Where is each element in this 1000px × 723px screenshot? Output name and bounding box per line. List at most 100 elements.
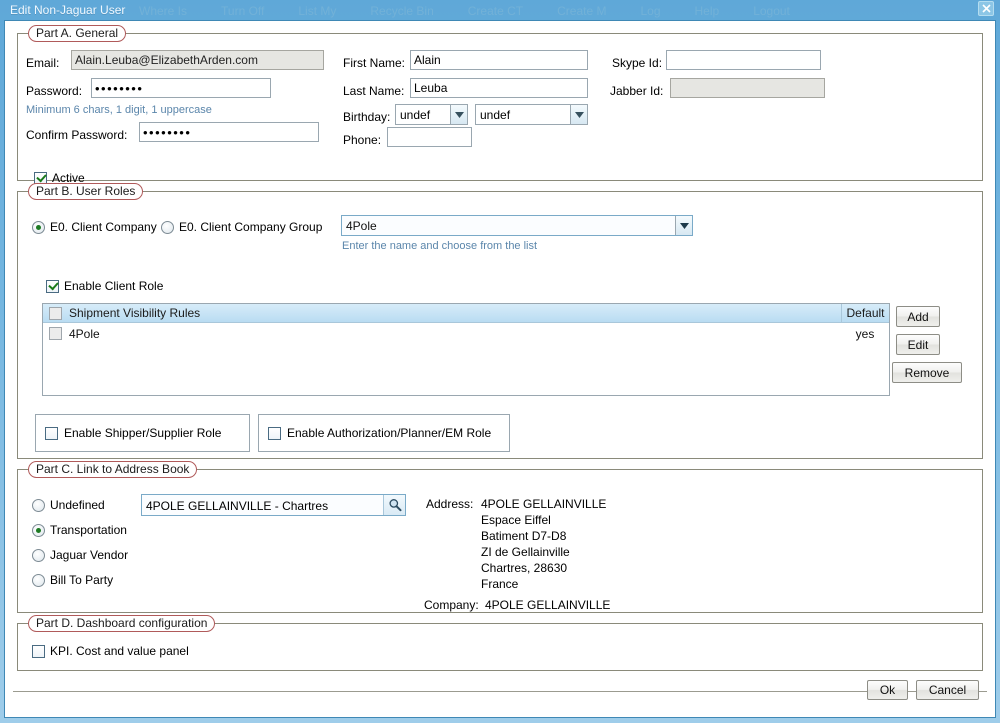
birthday-label: Birthday: — [343, 110, 391, 124]
ok-button[interactable]: Ok — [867, 680, 908, 700]
radio-jaguar-vendor[interactable] — [32, 548, 45, 562]
menu-item-create-m: Create M — [557, 4, 607, 18]
client-company-radio-row[interactable]: E0. Client Company — [32, 220, 157, 234]
radio-transportation-label: Transportation — [50, 523, 127, 537]
birthday-day-value: undef — [400, 108, 431, 122]
radio-jaguar-vendor-label: Jaguar Vendor — [50, 548, 129, 562]
enable-shipper-supplier-checkbox[interactable] — [45, 426, 58, 440]
menu-item-list-my: List My — [298, 4, 337, 18]
edit-button[interactable]: Edit — [896, 334, 940, 355]
password-field[interactable]: •••••••• — [91, 78, 271, 98]
address-search-value: 4POLE GELLAINVILLE - Chartres — [146, 499, 329, 513]
first-name-field[interactable]: Alain — [410, 50, 588, 70]
table-row-name-cell: 4Pole — [43, 327, 841, 341]
enable-authorization-role-box[interactable]: Enable Authorization/Planner/EM Role — [258, 414, 510, 452]
add-button[interactable]: Add — [896, 306, 940, 327]
menu-item-where-is: Where Is — [139, 4, 188, 18]
company-select-value: 4Pole — [346, 219, 377, 233]
row-select-checkbox[interactable] — [49, 327, 62, 340]
part-a-legend: Part A. General — [28, 25, 127, 42]
kpi-checkbox[interactable] — [32, 644, 45, 658]
window-title: Edit Non-Jaguar User — [10, 3, 126, 17]
radio-transportation[interactable] — [32, 523, 45, 537]
birthday-day-select[interactable]: undef — [395, 104, 468, 125]
birthday-month-select[interactable]: undef — [475, 104, 588, 125]
part-c-legend: Part C. Link to Address Book — [28, 461, 198, 478]
jabber-field[interactable] — [670, 78, 825, 98]
table-row[interactable]: 4Pole yes — [43, 323, 889, 344]
phone-field[interactable] — [387, 127, 472, 147]
last-name-field[interactable]: Leuba — [410, 78, 588, 98]
company-label: Company: — [424, 598, 479, 612]
dialog-client-area: Part A. General Email: Alain.Leuba@Eliza… — [4, 20, 996, 718]
skype-label: Skype Id: — [612, 56, 663, 70]
password-label: Password: — [26, 84, 83, 98]
kpi-label: KPI. Cost and value panel — [50, 644, 189, 658]
chevron-down-icon[interactable] — [570, 105, 587, 124]
email-field[interactable]: Alain.Leuba@ElizabethArden.com — [71, 50, 324, 70]
address-label: Address: — [426, 497, 474, 511]
part-a-general-group: Part A. General Email: Alain.Leuba@Eliza… — [17, 25, 983, 185]
table-header-col-rules: Shipment Visibility Rules — [43, 306, 841, 320]
enable-client-role-checkbox[interactable] — [46, 279, 59, 293]
remove-button[interactable]: Remove — [892, 362, 962, 383]
address-line-4: ZI de Gellainville — [481, 545, 570, 559]
dialog-window: Edit Non-Jaguar User Where Is Turn Off L… — [0, 0, 1000, 723]
chevron-down-icon[interactable] — [675, 216, 692, 235]
kpi-checkbox-row[interactable]: KPI. Cost and value panel — [32, 644, 189, 658]
part-b-user-roles-group: Part B. User Roles E0. Client Company E0… — [17, 183, 983, 459]
jabber-label: Jabber Id: — [610, 84, 664, 98]
address-line-2: Espace Eiffel — [481, 513, 551, 527]
shipment-visibility-rules-table[interactable]: Shipment Visibility Rules Default 4Pole … — [42, 303, 890, 396]
table-header-default-label: Default — [841, 304, 889, 322]
select-all-checkbox[interactable] — [49, 306, 62, 320]
radio-undefined-row[interactable]: Undefined — [32, 498, 105, 512]
enable-authorization-checkbox[interactable] — [268, 426, 281, 440]
client-company-label: E0. Client Company — [50, 220, 157, 234]
client-company-group-radio-row[interactable]: E0. Client Company Group — [161, 220, 322, 234]
radio-bill-to-party-label: Bill To Party — [50, 573, 114, 587]
address-search-box[interactable]: 4POLE GELLAINVILLE - Chartres — [141, 494, 406, 516]
phone-label: Phone: — [343, 133, 382, 147]
footer-separator — [13, 691, 987, 692]
magnifier-icon[interactable] — [383, 495, 405, 515]
menu-item-logout: Logout — [753, 4, 790, 18]
address-line-6: France — [481, 577, 519, 591]
cancel-button[interactable]: Cancel — [916, 680, 979, 700]
password-hint: Minimum 6 chars, 1 digit, 1 uppercase — [26, 104, 212, 116]
radio-undefined[interactable] — [32, 498, 45, 512]
menu-item-create-ct: Create CT — [467, 4, 524, 18]
title-bar: Edit Non-Jaguar User Where Is Turn Off L… — [4, 0, 996, 18]
table-header-row: Shipment Visibility Rules Default — [43, 304, 889, 323]
radio-bill-to-party-row[interactable]: Bill To Party — [32, 573, 113, 587]
enable-authorization-label: Enable Authorization/Planner/EM Role — [287, 426, 492, 440]
enable-client-role-row[interactable]: Enable Client Role — [46, 279, 163, 293]
enable-shipper-supplier-label: Enable Shipper/Supplier Role — [64, 426, 222, 440]
client-company-group-label: E0. Client Company Group — [179, 220, 323, 234]
enable-shipper-supplier-role-box[interactable]: Enable Shipper/Supplier Role — [35, 414, 250, 452]
menu-item-recycle-bin: Recycle Bin — [370, 4, 434, 18]
radio-bill-to-party[interactable] — [32, 573, 45, 587]
skype-field[interactable] — [666, 50, 821, 70]
menu-item-turn-off: Turn Off — [221, 4, 265, 18]
address-line-5: Chartres, 28630 — [481, 561, 568, 575]
confirm-password-field[interactable]: •••••••• — [139, 122, 319, 142]
company-select-hint: Enter the name and choose from the list — [342, 240, 538, 252]
table-row-name: 4Pole — [69, 326, 100, 341]
menu-item-log: Log — [640, 4, 661, 18]
address-line-1: 4POLE GELLAINVILLE — [481, 497, 607, 511]
client-company-group-radio[interactable] — [161, 220, 174, 234]
part-d-dashboard-group: Part D. Dashboard configuration KPI. Cos… — [17, 615, 983, 671]
close-icon[interactable] — [978, 1, 994, 16]
last-name-label: Last Name: — [343, 84, 405, 98]
chevron-down-icon[interactable] — [450, 105, 467, 124]
company-select[interactable]: 4Pole — [341, 215, 693, 236]
part-b-legend: Part B. User Roles — [28, 183, 144, 200]
birthday-month-value: undef — [480, 108, 511, 122]
radio-jaguar-vendor-row[interactable]: Jaguar Vendor — [32, 548, 128, 562]
table-header-rules-label: Shipment Visibility Rules — [69, 306, 201, 320]
client-company-radio[interactable] — [32, 220, 45, 234]
confirm-password-label: Confirm Password: — [26, 128, 128, 142]
radio-transportation-row[interactable]: Transportation — [32, 523, 127, 537]
company-value: 4POLE GELLAINVILLE — [485, 598, 611, 612]
